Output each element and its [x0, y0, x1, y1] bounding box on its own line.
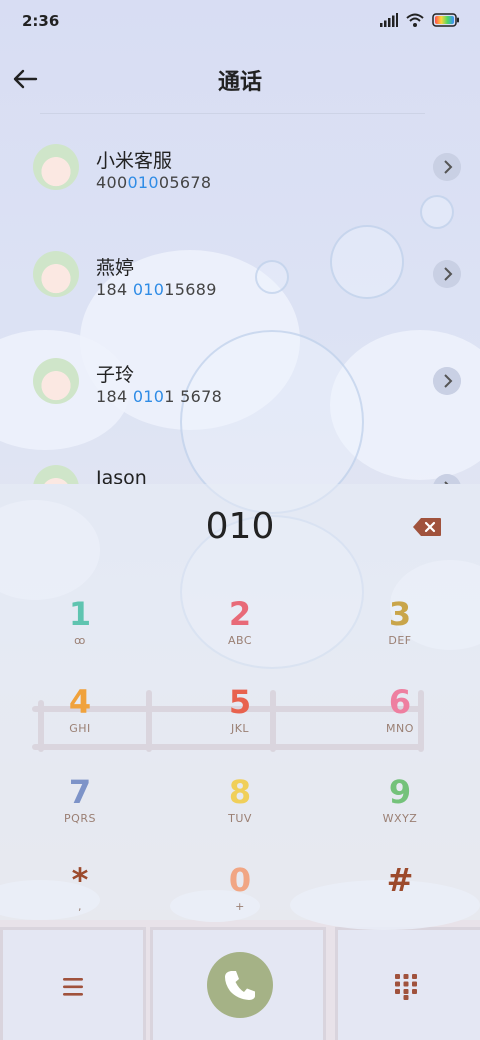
dial-key-digit: #	[386, 861, 414, 899]
contact-number: 184 0101 5678	[96, 387, 223, 406]
contact-number: 40001005678	[96, 173, 212, 192]
chevron-right-icon[interactable]	[433, 474, 461, 484]
dialpad-icon[interactable]	[393, 972, 419, 1000]
dial-key-6[interactable]: 6 MNO	[330, 682, 470, 756]
status-bar: 2:36	[0, 0, 480, 44]
contact-results-list[interactable]: 小米客服 40001005678 燕婷 184 01015689 子玲 184 …	[0, 120, 480, 484]
dialer-panel: 010 1 ꝏ 2 ABC 3 DEF 4 GHI 5 JKL 6 MNO 7 PQRS 8 TUV 9 WXYZ…	[0, 484, 480, 1040]
avatar	[33, 251, 79, 297]
dial-key-2[interactable]: 2 ABC	[170, 594, 310, 668]
dial-key-digit: 3	[388, 595, 412, 633]
phone-icon	[225, 971, 255, 1000]
dial-key-7[interactable]: 7 PQRS	[10, 772, 150, 846]
contact-row[interactable]: 小米客服 40001005678	[0, 120, 480, 226]
matched-digits: 010	[132, 280, 165, 299]
dial-key-8[interactable]: 8 TUV	[170, 772, 310, 846]
chevron-right-icon[interactable]	[433, 153, 461, 181]
contact-row[interactable]: Jason	[0, 441, 480, 484]
backspace-icon[interactable]	[412, 517, 442, 537]
dial-key-star[interactable]: *,	[10, 860, 150, 934]
battery-icon	[432, 13, 459, 27]
contact-name: 子玲	[96, 364, 135, 386]
dial-key-1[interactable]: 1ꝏ	[10, 594, 150, 668]
dial-key-digit: 8	[228, 773, 252, 811]
status-time: 2:36	[22, 12, 60, 30]
contact-number: 184 01015689	[96, 280, 217, 299]
dial-key-letters: ABC	[227, 634, 253, 647]
dial-key-digit: 0	[228, 861, 252, 899]
dial-key-letters: TUV	[228, 812, 252, 825]
status-icons	[380, 13, 460, 27]
dial-key-digit: 7	[68, 773, 92, 811]
dialer-bottom-bar	[0, 930, 480, 1020]
dial-key-5[interactable]: 5 JKL	[170, 682, 310, 756]
dial-key-letters: GHI	[69, 722, 91, 735]
dial-key-letters: ꝏ	[74, 634, 86, 647]
dial-key-digit: 5	[228, 683, 252, 721]
dial-key-digit: 1	[68, 595, 92, 633]
dial-key-letters: WXYZ	[382, 812, 418, 825]
signal-icon	[380, 13, 398, 27]
dial-key-digit: 4	[68, 683, 92, 721]
matched-digits: 010	[127, 173, 159, 192]
avatar	[33, 358, 79, 404]
chevron-right-icon[interactable]	[433, 367, 461, 395]
dial-key-digit: 9	[388, 773, 412, 811]
menu-icon[interactable]	[58, 975, 88, 999]
dial-key-letters: PQRS	[64, 812, 96, 825]
avatar	[33, 465, 79, 484]
page-title: 通话	[217, 70, 262, 95]
dial-key-letters: JKL	[230, 722, 250, 735]
avatar	[33, 144, 79, 190]
header-divider	[40, 113, 425, 114]
dial-key-9[interactable]: 9 WXYZ	[330, 772, 470, 846]
matched-digits: 010	[132, 387, 165, 406]
dial-key-letters: ,	[78, 900, 82, 913]
dial-key-0[interactable]: 0 +	[170, 860, 310, 934]
dial-key-letters: DEF	[388, 634, 412, 647]
dialed-number: 010	[205, 506, 275, 547]
dial-key-hash[interactable]: #	[330, 860, 470, 934]
dial-key-digit: 6	[388, 683, 412, 721]
contact-name: Jason	[96, 467, 147, 484]
contact-row[interactable]: 燕婷 184 01015689	[0, 227, 480, 333]
contact-row[interactable]: 子玲 184 0101 5678	[0, 334, 480, 440]
dial-key-digit: 2	[228, 595, 252, 633]
dial-key-4[interactable]: 4 GHI	[10, 682, 150, 756]
wifi-icon	[406, 13, 424, 27]
dial-key-3[interactable]: 3 DEF	[330, 594, 470, 668]
chevron-right-icon[interactable]	[433, 260, 461, 288]
call-button[interactable]	[207, 952, 273, 1018]
contact-name: 小米客服	[96, 150, 173, 172]
dial-key-digit: *	[71, 861, 89, 899]
contact-name: 燕婷	[96, 257, 135, 279]
header: 通话	[0, 52, 480, 108]
dial-key-letters: +	[235, 900, 245, 913]
dial-key-letters: MNO	[386, 722, 414, 735]
